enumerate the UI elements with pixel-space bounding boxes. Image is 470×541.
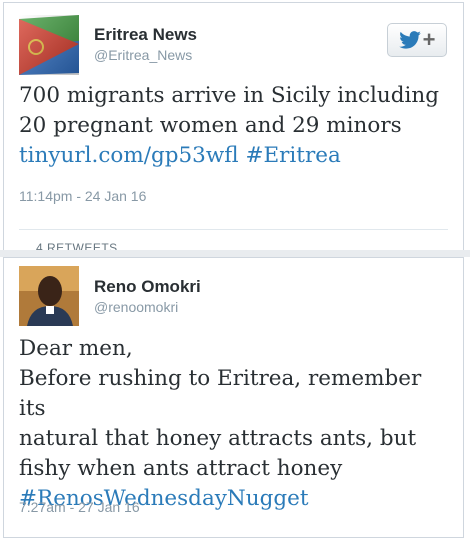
tweet-text: Dear men, Before rushing to Eritrea, rem… xyxy=(19,334,451,514)
author-name[interactable]: Reno Omokri xyxy=(94,277,201,297)
tweet-timestamp[interactable]: 7:27am - 27 Jan 16 xyxy=(19,499,140,515)
divider xyxy=(19,229,448,230)
tweet-text-line-1: 700 migrants arrive in Sicily including xyxy=(19,83,439,108)
tweet-text-line-2: 20 pregnant women and 29 minors xyxy=(19,113,402,138)
author-handle[interactable]: @Eritrea_News xyxy=(94,47,192,63)
tweet-body: Dear men, Before rushing to Eritrea, rem… xyxy=(19,336,422,481)
person-photo-icon xyxy=(19,266,79,326)
tweet-link[interactable]: tinyurl.com/gp53wfl xyxy=(19,143,239,168)
card-gap xyxy=(0,250,470,257)
eritrea-flag-icon xyxy=(19,15,79,75)
hashtag-link[interactable]: #Eritrea xyxy=(245,143,340,168)
tweet-timestamp[interactable]: 11:14pm - 24 Jan 16 xyxy=(19,188,146,204)
tweet-card-eritrea-news: Eritrea News @Eritrea_News + 700 migrant… xyxy=(3,2,464,253)
author-handle[interactable]: @renoomokri xyxy=(94,299,178,315)
tweet-text: 700 migrants arrive in Sicily including … xyxy=(19,81,451,171)
eritrea-flag-avatar[interactable] xyxy=(19,15,79,75)
follow-button[interactable]: + xyxy=(387,23,447,57)
twitter-bird-icon xyxy=(398,31,421,49)
author-name[interactable]: Eritrea News xyxy=(94,25,197,45)
follow-plus-label: + xyxy=(422,27,436,52)
person-photo-avatar[interactable] xyxy=(19,266,79,326)
tweet-card-reno-omokri: Reno Omokri @renoomokri Dear men, Before… xyxy=(3,257,464,538)
